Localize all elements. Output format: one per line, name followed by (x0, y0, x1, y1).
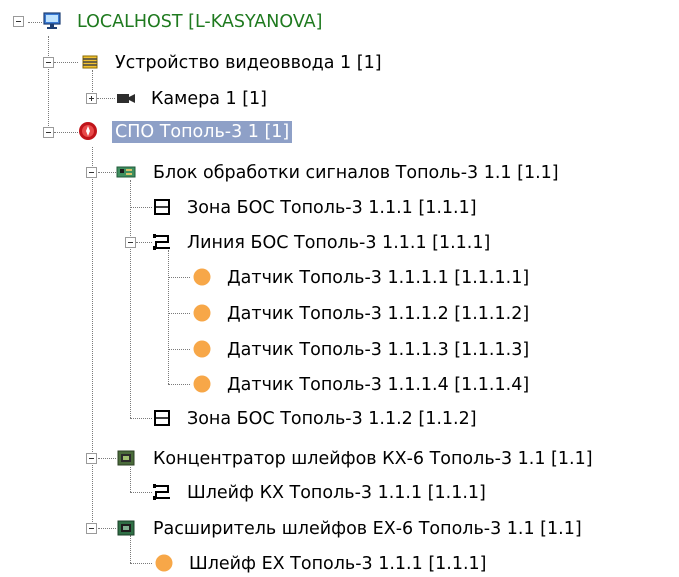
tree-connector (136, 242, 152, 243)
node-label-ex-loop[interactable]: Шлейф ЕХ Тополь-3 1.1.1 [1.1.1] (186, 553, 490, 575)
tree-connector (98, 528, 116, 529)
sensor-dot-icon (193, 375, 211, 393)
tree-connector (92, 147, 93, 528)
tree-connector (98, 172, 116, 173)
node-label-sensor-3[interactable]: Датчик Тополь-3 1.1.1.3 [1.1.1.3] (224, 339, 532, 361)
node-label-zone-1[interactable]: Зона БОС Тополь-3 1.1.1 [1.1.1] (184, 197, 480, 219)
tree-connector (98, 458, 116, 459)
node-label-camera[interactable]: Камера 1 [1] (148, 88, 270, 110)
sensor-dot-icon (193, 268, 211, 286)
node-label-signal-block[interactable]: Блок обработки сигналов Тополь-3 1.1 [1.… (150, 162, 562, 184)
tree-connector (168, 250, 169, 384)
device-tree: LOCALHOST [L-KASYANOVA] Устройство видео… (0, 0, 679, 577)
sensor-dot-icon (155, 554, 173, 572)
tree-connector (130, 535, 131, 563)
sensor-dot-icon (193, 340, 211, 358)
computer-icon (43, 12, 61, 29)
tree-connector (130, 207, 152, 208)
node-label-kx-loop[interactable]: Шлейф КХ Тополь-3 1.1.1 [1.1.1] (184, 482, 489, 504)
tree-connector (48, 36, 49, 136)
tree-connector (54, 62, 78, 63)
collapse-spo-toggle[interactable] (43, 127, 54, 138)
collapse-root-toggle[interactable] (13, 16, 24, 27)
zone-icon (154, 410, 170, 426)
node-label-sensor-1[interactable]: Датчик Тополь-3 1.1.1.1 [1.1.1.1] (224, 267, 532, 289)
line-icon (153, 484, 170, 500)
video-chip-icon (82, 55, 98, 69)
collapse-video-device-toggle[interactable] (43, 57, 54, 68)
expander-board-icon (117, 520, 135, 536)
node-label-line[interactable]: Линия БОС Тополь-3 1.1.1 [1.1.1] (184, 232, 493, 254)
tree-connector (130, 180, 131, 418)
sensor-dot-icon (193, 304, 211, 322)
tree-connector (168, 313, 190, 314)
tree-connector (168, 384, 190, 385)
node-label-spo[interactable]: СПО Тополь-3 1 [1] (112, 121, 293, 143)
tree-connector (54, 132, 78, 133)
tree-connector (168, 349, 190, 350)
tree-connector (28, 22, 42, 23)
collapse-line-toggle[interactable] (125, 237, 136, 248)
node-label-sensor-4[interactable]: Датчик Тополь-3 1.1.1.4 [1.1.1.4] (224, 374, 532, 396)
node-label-sensor-2[interactable]: Датчик Тополь-3 1.1.1.2 [1.1.1.2] (224, 303, 532, 325)
collapse-kx6-toggle[interactable] (86, 453, 97, 464)
tree-connector (130, 467, 131, 492)
collapse-ex6-toggle[interactable] (86, 523, 97, 534)
node-label-kx6[interactable]: Концентратор шлейфов КХ-6 Тополь-3 1.1 [… (150, 448, 596, 470)
node-label-video-device[interactable]: Устройство видеоввода 1 [1] (112, 52, 385, 74)
node-label-zone-2[interactable]: Зона БОС Тополь-3 1.1.2 [1.1.2] (184, 408, 480, 430)
hub-board-icon (117, 450, 135, 466)
tree-connector (130, 492, 152, 493)
tree-connector (97, 98, 115, 99)
node-label-localhost[interactable]: LOCALHOST [L-KASYANOVA] (74, 11, 325, 33)
spo-alarm-icon (79, 122, 97, 140)
expand-camera-toggle[interactable] (86, 93, 97, 104)
camera-icon (117, 94, 135, 103)
tree-connector (168, 277, 190, 278)
collapse-signal-block-toggle[interactable] (86, 167, 97, 178)
line-icon (153, 234, 170, 250)
zone-icon (154, 199, 170, 215)
circuit-board-icon (116, 166, 136, 178)
tree-connector (130, 563, 152, 564)
tree-connector (130, 418, 152, 419)
node-label-ex6[interactable]: Расширитель шлейфов ЕХ-6 Тополь-3 1.1 [1… (150, 518, 585, 540)
